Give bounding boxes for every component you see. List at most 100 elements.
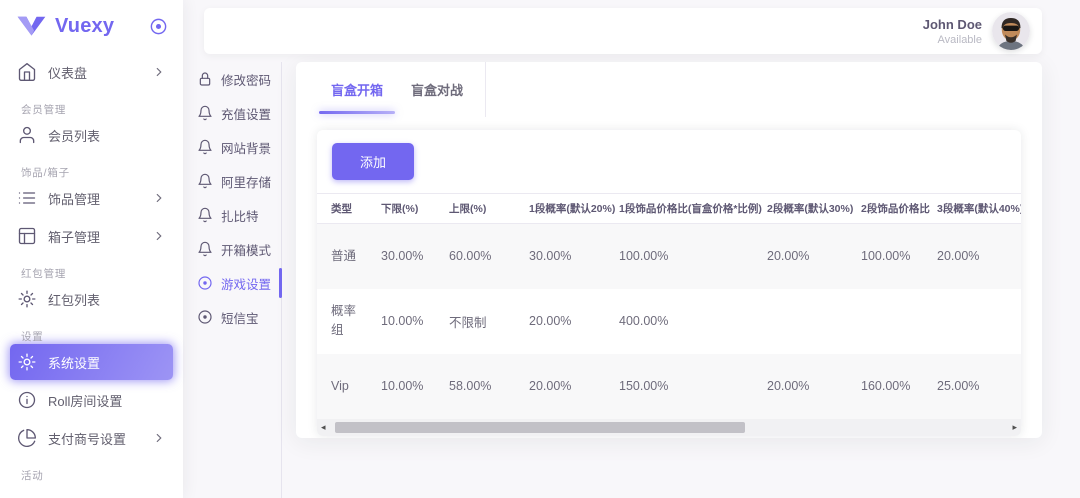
bell-icon bbox=[197, 207, 213, 223]
tab-strip: 盲盒开箱 盲盒对战 bbox=[296, 62, 1042, 117]
sidebar-section-redpacket: 红包管理 bbox=[21, 266, 183, 279]
menu-item-label: 游戏设置 bbox=[221, 274, 271, 293]
cell-value: 20.00% bbox=[753, 354, 847, 419]
sidebar-pin-toggle-icon[interactable] bbox=[149, 17, 168, 36]
sidebar-item-label: 箱子管理 bbox=[48, 227, 152, 246]
tab-label: 盲盒开箱 bbox=[331, 80, 383, 99]
cell-value bbox=[847, 289, 923, 354]
col-header-stage1-price-ratio: 1段饰品价格比(盲盒价格*比例) bbox=[605, 194, 753, 224]
bell-icon bbox=[197, 241, 213, 257]
menu-item-label: 扎比特 bbox=[221, 206, 259, 225]
menu-item-label: 充值设置 bbox=[221, 104, 271, 123]
pie-chart-icon bbox=[17, 428, 37, 448]
col-header-stage3-prob: 3段概率(默认40%) bbox=[923, 194, 1021, 224]
cell-value: 160.00% bbox=[847, 354, 923, 419]
tab-blindbox-open[interactable]: 盲盒开箱 bbox=[317, 62, 397, 117]
sidebar-item-label: 支付商号设置 bbox=[48, 429, 152, 448]
cell-value: 20.00% bbox=[515, 289, 605, 354]
cell-value: 不限制 bbox=[435, 289, 515, 354]
sidebar-item-label: 饰品管理 bbox=[48, 189, 152, 208]
col-header-stage2-prob: 2段概率(默认30%) bbox=[753, 194, 847, 224]
probability-table: 类型 下限(%) 上限(%) 1段概率(默认20%) 1段饰品价格比(盲盒价格*… bbox=[317, 193, 1021, 419]
sidebar-item-redpacket-list[interactable]: 红包列表 bbox=[10, 281, 173, 317]
cell-value: 20.00% bbox=[515, 354, 605, 419]
cell-type: 普通 bbox=[317, 224, 367, 289]
col-header-stage2-price-ratio: 2段饰品价格比 bbox=[847, 194, 923, 224]
sidebar-item-label: 仪表盘 bbox=[48, 63, 152, 82]
user-name: John Doe bbox=[923, 17, 982, 32]
scroll-left-arrow-icon[interactable]: ◂ bbox=[321, 423, 326, 432]
sidebar-item-dashboard[interactable]: 仪表盘 bbox=[10, 54, 173, 90]
menu-item-game-settings[interactable]: 游戏设置 bbox=[197, 266, 281, 300]
user-icon bbox=[17, 125, 37, 145]
menu-item-label: 阿里存储 bbox=[221, 172, 271, 191]
tab-group: 盲盒开箱 盲盒对战 bbox=[317, 62, 486, 117]
menu-item-ali-storage[interactable]: 阿里存储 bbox=[197, 164, 281, 198]
sidebar-item-member-list[interactable]: 会员列表 bbox=[10, 117, 173, 153]
cell-value: 30.00% bbox=[515, 224, 605, 289]
scroll-right-arrow-icon[interactable]: ▸ bbox=[1012, 423, 1017, 432]
menu-item-change-password[interactable]: 修改密码 bbox=[197, 62, 281, 96]
cell-type: Vip bbox=[317, 354, 367, 419]
sidebar-item-label: 红包列表 bbox=[48, 290, 166, 309]
gear-icon bbox=[17, 352, 37, 372]
cell-value: 60.00% bbox=[435, 224, 515, 289]
vuexy-logo-icon bbox=[17, 16, 46, 36]
table-row: 普通 30.00% 60.00% 30.00% 100.00% 20.00% 1… bbox=[317, 224, 1021, 289]
settings-submenu: 修改密码 充值设置 网站背景 阿里存储 扎比特 开箱模式 游戏设置 短信宝 bbox=[183, 62, 282, 498]
horizontal-scrollbar[interactable]: ◂ ▸ bbox=[317, 419, 1021, 436]
cell-value: 58.00% bbox=[435, 354, 515, 419]
brand-header: Vuexy bbox=[0, 0, 183, 52]
col-header-stage1-prob: 1段概率(默认20%) bbox=[515, 194, 605, 224]
menu-item-label: 网站背景 bbox=[221, 138, 271, 157]
sidebar-section-members: 会员管理 bbox=[21, 102, 183, 115]
cell-value: 100.00% bbox=[605, 224, 753, 289]
bell-icon bbox=[197, 139, 213, 155]
tab-label: 盲盒对战 bbox=[411, 80, 463, 99]
sidebar-item-box-management[interactable]: 箱子管理 bbox=[10, 218, 173, 254]
gear-icon bbox=[17, 289, 37, 309]
menu-item-recharge-settings[interactable]: 充值设置 bbox=[197, 96, 281, 130]
cell-value: 20.00% bbox=[753, 224, 847, 289]
sidebar-section-activity: 活动 bbox=[21, 468, 183, 481]
disc-icon bbox=[197, 309, 213, 325]
table-header-row: 类型 下限(%) 上限(%) 1段概率(默认20%) 1段饰品价格比(盲盒价格*… bbox=[317, 194, 1021, 224]
sidebar-item-system-settings[interactable]: 系统设置 bbox=[10, 344, 173, 380]
scrollbar-thumb[interactable] bbox=[335, 422, 745, 433]
sidebar-item-label: 系统设置 bbox=[48, 353, 166, 372]
chevron-right-icon bbox=[152, 191, 166, 205]
table-row: 概率组 10.00% 不限制 20.00% 400.00% bbox=[317, 289, 1021, 354]
disc-icon bbox=[197, 275, 213, 291]
avatar[interactable] bbox=[992, 12, 1030, 50]
cell-value: 10.00% bbox=[367, 289, 435, 354]
tab-blindbox-battle[interactable]: 盲盒对战 bbox=[397, 62, 477, 117]
chevron-right-icon bbox=[152, 229, 166, 243]
list-icon bbox=[17, 188, 37, 208]
cell-value: 25.00% bbox=[923, 354, 1021, 419]
menu-item-sms-treasure[interactable]: 短信宝 bbox=[197, 300, 281, 334]
add-button[interactable]: 添加 bbox=[332, 143, 414, 180]
cell-value bbox=[753, 289, 847, 354]
sidebar-item-item-management[interactable]: 饰品管理 bbox=[10, 180, 173, 216]
toolbar: 添加 bbox=[317, 130, 1021, 193]
main-panel: 盲盒开箱 盲盒对战 添加 类型 下限(%) 上限(%) 1段概率(默认2 bbox=[296, 62, 1042, 438]
menu-item-unbox-mode[interactable]: 开箱模式 bbox=[197, 232, 281, 266]
cell-type: 概率组 bbox=[317, 289, 367, 354]
menu-item-label: 短信宝 bbox=[221, 308, 259, 327]
chevron-right-icon bbox=[152, 431, 166, 445]
sidebar-item-payment-merchant-settings[interactable]: 支付商号设置 bbox=[10, 420, 173, 456]
sidebar-item-roll-room-settings[interactable]: Roll房间设置 bbox=[10, 382, 173, 418]
top-navbar: John Doe Available bbox=[204, 8, 1042, 54]
main-sidebar: Vuexy 仪表盘 会员管理 会员列表 饰品/箱子 饰品管理 箱子管理 bbox=[0, 0, 183, 498]
user-info: John Doe Available bbox=[923, 17, 982, 46]
brand-name: Vuexy bbox=[55, 15, 149, 38]
menu-item-site-background[interactable]: 网站背景 bbox=[197, 130, 281, 164]
col-header-upper-limit: 上限(%) bbox=[435, 194, 515, 224]
sidebar-item-label: 会员列表 bbox=[48, 126, 166, 145]
sidebar-section-settings: 设置 bbox=[21, 329, 183, 342]
menu-item-zabit[interactable]: 扎比特 bbox=[197, 198, 281, 232]
menu-item-label: 修改密码 bbox=[221, 70, 271, 89]
layout-box-icon bbox=[17, 226, 37, 246]
bell-icon bbox=[197, 173, 213, 189]
cell-value bbox=[923, 289, 1021, 354]
